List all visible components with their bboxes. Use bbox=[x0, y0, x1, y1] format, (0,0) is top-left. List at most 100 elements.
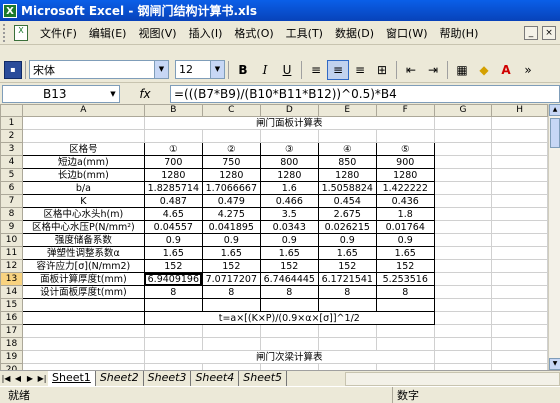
column-header[interactable]: H bbox=[491, 104, 548, 117]
cell[interactable] bbox=[201, 337, 261, 351]
cell[interactable]: 4.275 bbox=[201, 207, 261, 221]
cell[interactable]: 152 bbox=[201, 259, 261, 273]
decrease-indent-icon[interactable]: ⇤ bbox=[400, 60, 422, 80]
cell[interactable] bbox=[259, 337, 319, 351]
cell[interactable] bbox=[433, 311, 493, 325]
row-header[interactable]: 11 bbox=[0, 246, 23, 260]
cell[interactable]: 6.1721541 bbox=[317, 272, 377, 286]
tab-sheet5[interactable]: Sheet5 bbox=[239, 371, 288, 386]
cell[interactable]: ④ bbox=[317, 142, 377, 156]
fill-color-icon[interactable]: ◆ bbox=[473, 60, 495, 80]
cell[interactable]: 1.5058824 bbox=[317, 181, 377, 195]
column-header[interactable]: G bbox=[433, 104, 493, 117]
cell[interactable] bbox=[433, 285, 493, 299]
formula-input[interactable]: =(((B7*B9)/(B10*B11*B12))^0.5)*B4 bbox=[170, 85, 560, 103]
cell[interactable] bbox=[433, 350, 493, 364]
cell[interactable]: 900 bbox=[375, 155, 435, 169]
cell[interactable] bbox=[317, 298, 377, 312]
cell[interactable]: 1.65 bbox=[259, 246, 319, 260]
cell[interactable]: 0.436 bbox=[375, 194, 435, 208]
cell[interactable]: 1.422222 bbox=[375, 181, 435, 195]
font-size-select[interactable]: 12 ▼ bbox=[175, 60, 225, 79]
cell[interactable]: 0.041895 bbox=[201, 220, 261, 234]
row-header[interactable]: 18 bbox=[0, 337, 23, 351]
scroll-down-icon[interactable]: ▼ bbox=[549, 358, 560, 370]
cell[interactable]: 闸门面板计算表 bbox=[143, 116, 435, 130]
next-sheet-icon[interactable]: ▶ bbox=[24, 374, 36, 383]
cell[interactable]: 0.487 bbox=[143, 194, 203, 208]
cell[interactable] bbox=[259, 129, 319, 143]
cell[interactable] bbox=[433, 181, 493, 195]
cell[interactable]: 0.9 bbox=[375, 233, 435, 247]
scroll-thumb[interactable] bbox=[550, 118, 560, 148]
cell[interactable] bbox=[433, 168, 493, 182]
cell[interactable] bbox=[491, 298, 548, 312]
tab-sheet2[interactable]: Sheet2 bbox=[96, 371, 144, 386]
cell[interactable]: 0.0343 bbox=[259, 220, 319, 234]
cell[interactable] bbox=[491, 324, 548, 338]
cell[interactable]: 1.8285714 bbox=[143, 181, 203, 195]
cell[interactable] bbox=[201, 298, 261, 312]
minimize-icon[interactable]: _ bbox=[524, 25, 538, 40]
cell[interactable]: 8 bbox=[201, 285, 261, 299]
cell[interactable]: 8 bbox=[259, 285, 319, 299]
cell[interactable]: b/a bbox=[21, 181, 145, 195]
cell[interactable]: 0.04557 bbox=[143, 220, 203, 234]
cell[interactable]: 0.454 bbox=[317, 194, 377, 208]
cell[interactable] bbox=[491, 194, 548, 208]
name-box[interactable]: B13 ▼ bbox=[2, 85, 120, 103]
cell[interactable] bbox=[21, 116, 145, 130]
cell[interactable]: 850 bbox=[317, 155, 377, 169]
menu-tools[interactable]: 工具(T) bbox=[280, 25, 329, 41]
cell[interactable] bbox=[433, 129, 493, 143]
cell[interactable] bbox=[375, 298, 435, 312]
cell[interactable]: 区格号 bbox=[21, 142, 145, 156]
cell[interactable]: 152 bbox=[259, 259, 319, 273]
cell[interactable]: 0.9 bbox=[317, 233, 377, 247]
cell[interactable]: 0.026215 bbox=[317, 220, 377, 234]
cell[interactable]: 3.5 bbox=[259, 207, 319, 221]
column-header[interactable]: E bbox=[317, 104, 377, 117]
cell[interactable]: 1.8 bbox=[375, 207, 435, 221]
row-header[interactable]: 2 bbox=[0, 129, 23, 143]
tab-sheet3[interactable]: Sheet3 bbox=[144, 371, 192, 386]
cell[interactable]: 800 bbox=[259, 155, 319, 169]
cell[interactable]: 152 bbox=[317, 259, 377, 273]
align-left-icon[interactable]: ≡ bbox=[305, 60, 327, 80]
row-header[interactable]: 17 bbox=[0, 324, 23, 338]
cell[interactable]: 2.675 bbox=[317, 207, 377, 221]
column-header[interactable]: C bbox=[201, 104, 261, 117]
cell[interactable]: 0.01764 bbox=[375, 220, 435, 234]
cell[interactable] bbox=[201, 129, 261, 143]
cell[interactable] bbox=[143, 129, 203, 143]
row-header[interactable]: 19 bbox=[0, 350, 23, 364]
cell[interactable]: 闸门次梁计算表 bbox=[143, 350, 435, 364]
toolbar-grip-icon[interactable] bbox=[3, 23, 11, 42]
cell[interactable] bbox=[491, 350, 548, 364]
cell[interactable] bbox=[491, 155, 548, 169]
cell[interactable]: ③ bbox=[259, 142, 319, 156]
cell[interactable] bbox=[143, 298, 203, 312]
vertical-scrollbar[interactable]: ▲ ▼ bbox=[548, 104, 560, 370]
cell[interactable]: 区格中心水头h(m) bbox=[21, 207, 145, 221]
cell[interactable] bbox=[21, 337, 145, 351]
cell[interactable]: 区格中心水压P(N/mm²) bbox=[21, 220, 145, 234]
font-name-select[interactable]: 宋体 ▼ bbox=[29, 60, 169, 79]
cell[interactable] bbox=[143, 324, 203, 338]
chevron-down-icon[interactable]: ▼ bbox=[154, 61, 168, 78]
row-header[interactable]: 16 bbox=[0, 311, 23, 325]
menu-format[interactable]: 格式(O) bbox=[228, 25, 279, 41]
cell[interactable]: 750 bbox=[201, 155, 261, 169]
select-all-corner[interactable] bbox=[0, 104, 23, 117]
align-center-icon[interactable]: ≡ bbox=[327, 59, 349, 80]
row-header[interactable]: 14 bbox=[0, 285, 23, 299]
cell[interactable] bbox=[433, 259, 493, 273]
cell[interactable]: K bbox=[21, 194, 145, 208]
menu-insert[interactable]: 插入(I) bbox=[183, 25, 229, 41]
cell[interactable] bbox=[491, 181, 548, 195]
cell[interactable] bbox=[491, 233, 548, 247]
underline-button[interactable]: U bbox=[276, 60, 298, 80]
cell[interactable] bbox=[491, 129, 548, 143]
cell[interactable] bbox=[433, 246, 493, 260]
cell[interactable] bbox=[433, 142, 493, 156]
